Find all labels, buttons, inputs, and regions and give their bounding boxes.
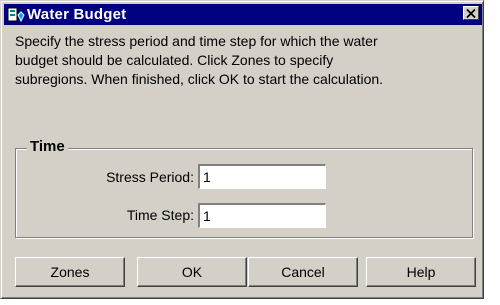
time-group-label: Time [27, 138, 68, 155]
close-icon [466, 8, 476, 18]
cancel-button[interactable]: Cancel [248, 257, 358, 287]
title-bar[interactable]: Water Budget [4, 4, 482, 25]
instructions-line: Specify the stress period and time step … [15, 33, 378, 49]
instructions-line: subregions. When finished, click OK to s… [15, 71, 384, 87]
time-step-input[interactable] [198, 203, 326, 228]
window-title: Water Budget [27, 6, 127, 23]
help-button[interactable]: Help [366, 257, 476, 287]
stress-period-label: Stress Period: [106, 169, 194, 185]
water-budget-dialog: Water Budget Specify the stress period a… [0, 0, 484, 299]
stress-period-input[interactable] [198, 164, 326, 189]
zones-button[interactable]: Zones [15, 257, 125, 287]
time-step-label: Time Step: [126, 207, 194, 223]
close-button[interactable] [463, 6, 479, 20]
instructions-text: Specify the stress period and time step … [15, 32, 477, 89]
water-budget-app-icon [7, 6, 25, 24]
instructions-line: budget should be calculated. Click Zones… [15, 52, 334, 68]
ok-button[interactable]: OK [137, 257, 247, 287]
